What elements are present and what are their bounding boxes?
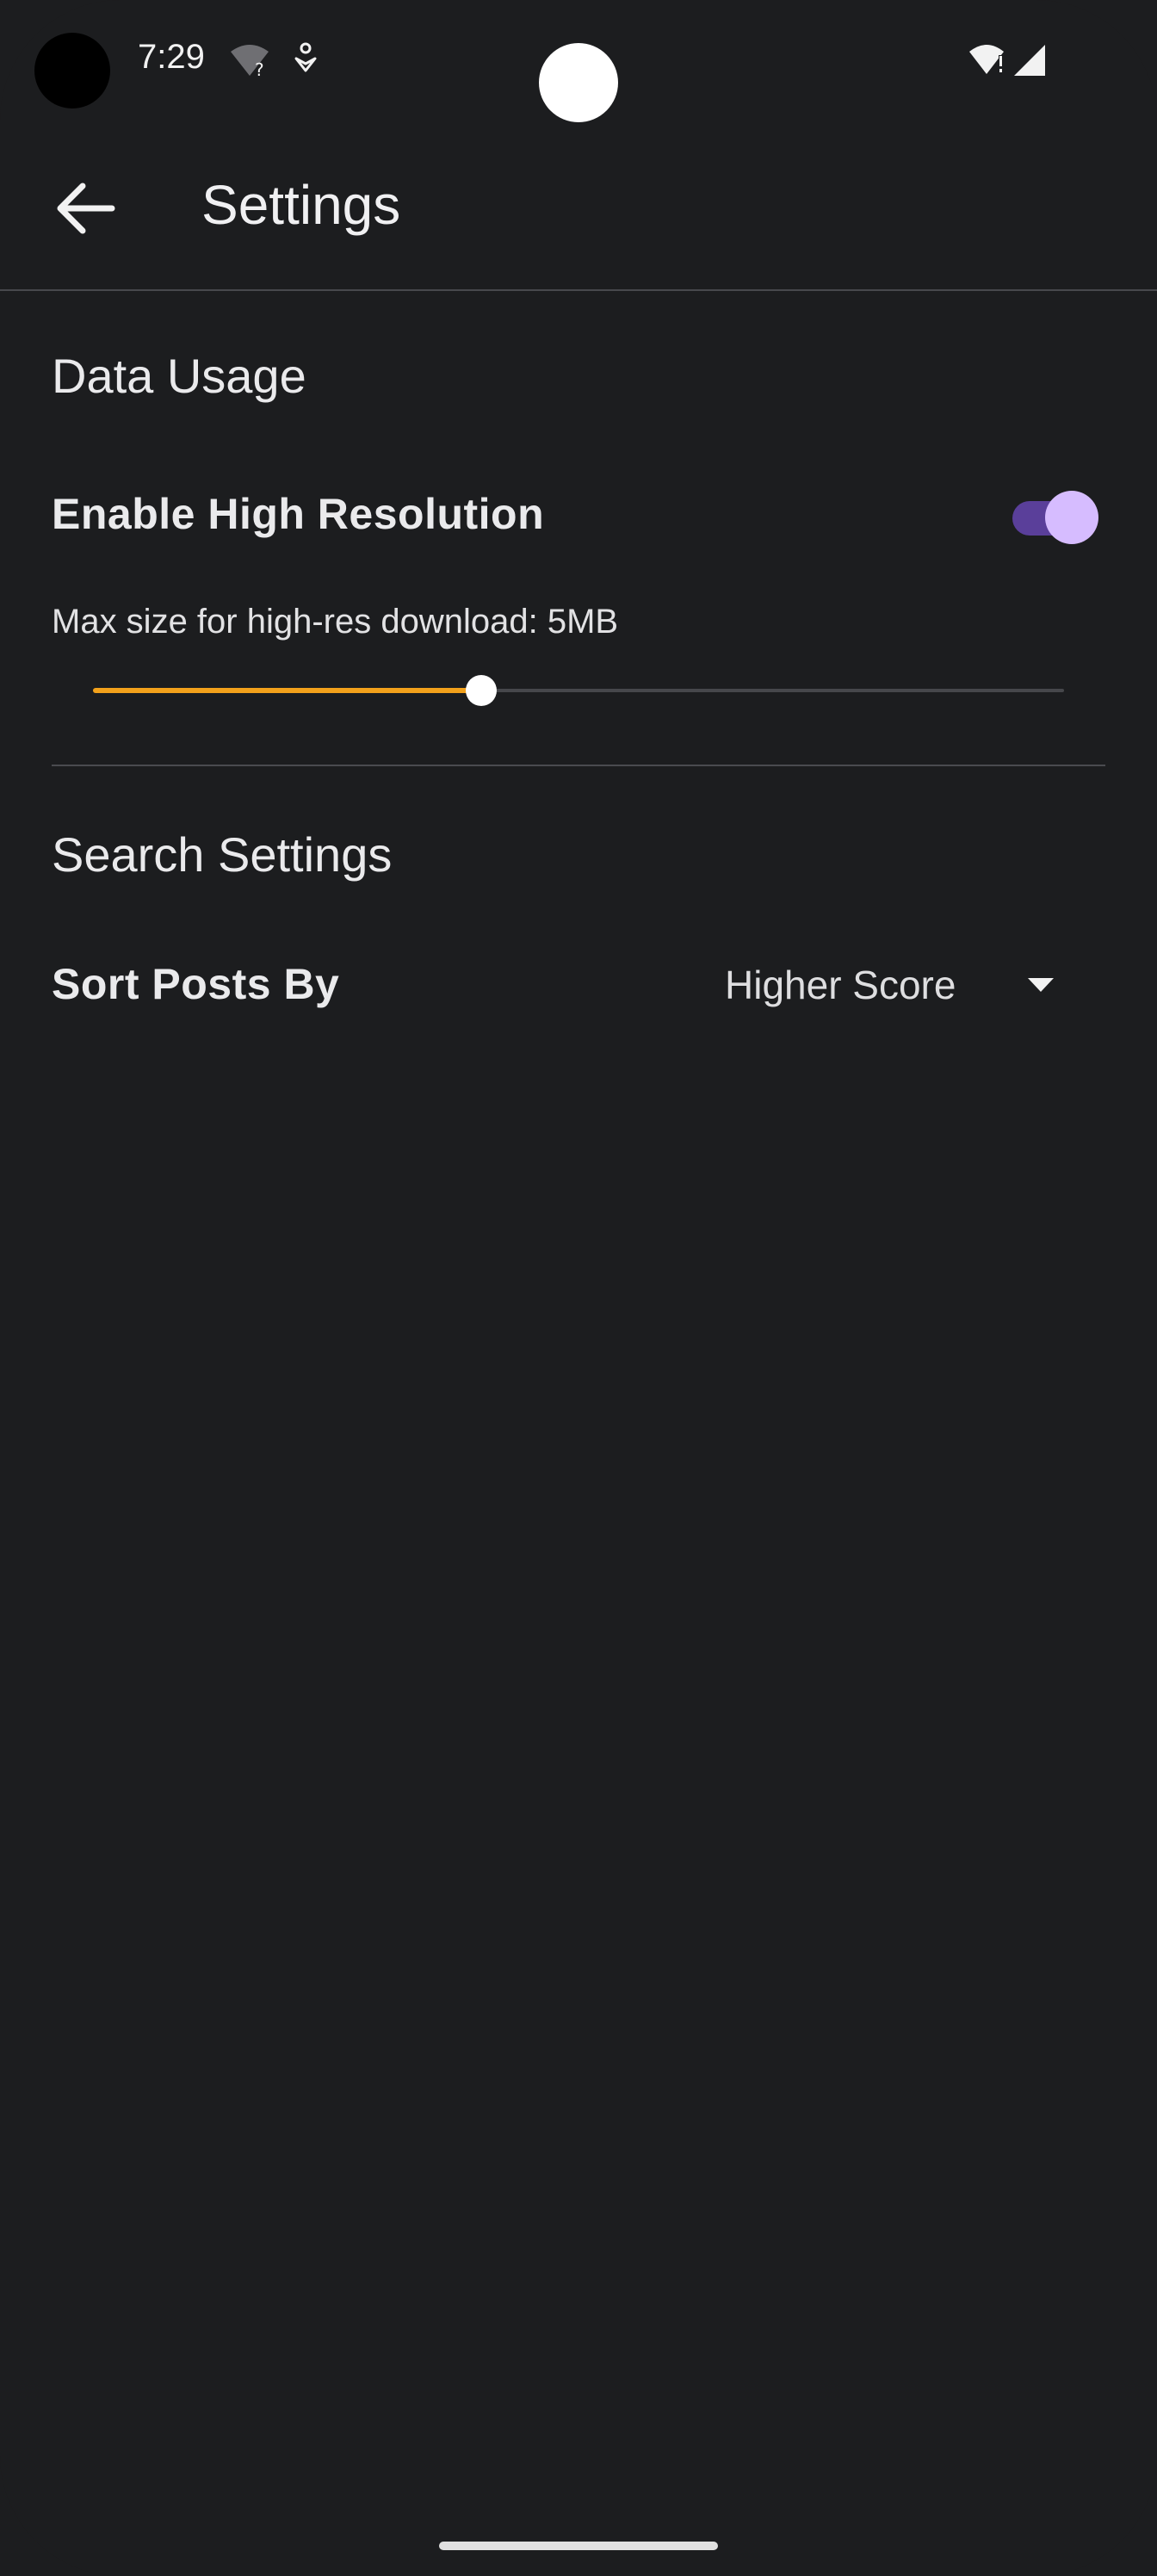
settings-screen: 7:29 ? Settings Data Usage Enable High R… [0, 0, 1157, 2576]
max-size-caption: Max size for high-res download: 5MB [52, 603, 619, 641]
arrow-left-icon [57, 183, 115, 234]
toggle-thumb [1045, 491, 1098, 544]
sort-posts-dropdown[interactable]: Higher Score [725, 957, 1069, 1012]
cell-signal-icon [1014, 45, 1045, 76]
wifi-question-icon: ? [231, 45, 269, 77]
back-button[interactable] [45, 169, 124, 248]
gesture-nav-handle[interactable] [439, 2542, 718, 2550]
section-divider [52, 765, 1105, 766]
max-size-slider[interactable] [93, 673, 1064, 708]
slider-fill [93, 688, 482, 693]
camera-cutout [34, 33, 110, 108]
wifi-alert-icon [969, 45, 1004, 74]
slider-thumb[interactable] [466, 675, 498, 706]
section-title-search-settings: Search Settings [52, 827, 393, 882]
high-res-toggle[interactable] [1012, 491, 1098, 544]
status-bar: 7:29 ? [0, 0, 1157, 122]
sort-selected-value: Higher Score [725, 963, 956, 1007]
assistant-icon [294, 42, 317, 72]
sort-posts-label: Sort Posts By [52, 960, 340, 1008]
page-title: Settings [201, 174, 401, 236]
caret-down-icon [1028, 978, 1054, 992]
app-bar: Settings [0, 138, 1157, 291]
section-title-data-usage: Data Usage [52, 349, 306, 403]
high-res-label: Enable High Resolution [52, 490, 545, 538]
status-time: 7:29 [138, 38, 205, 76]
svg-text:?: ? [255, 59, 264, 77]
front-camera [539, 43, 618, 122]
